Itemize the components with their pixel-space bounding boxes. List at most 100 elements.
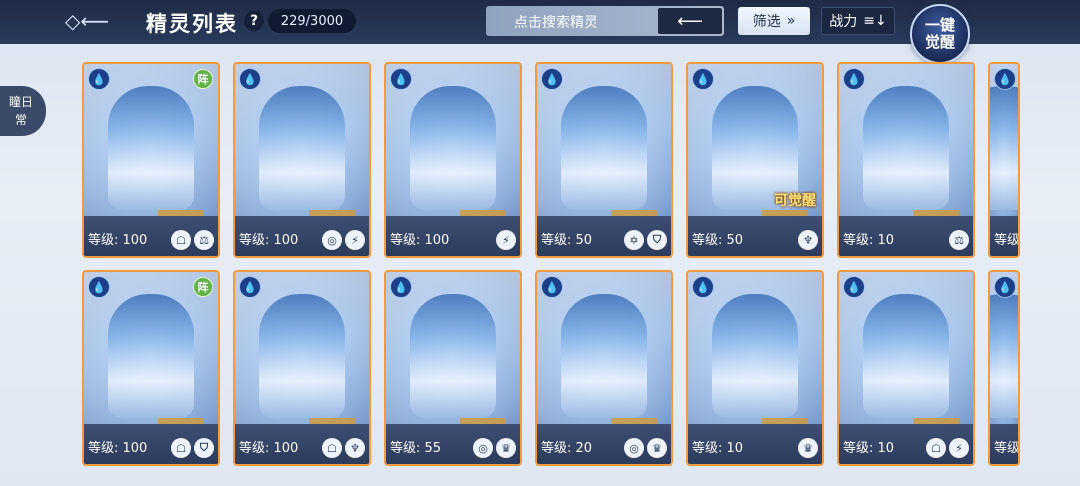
spirit-card[interactable]: 💧 等级 — [988, 270, 1020, 466]
filter-button[interactable]: 筛选 » — [738, 7, 810, 35]
skill-type-icon: ⚖ — [949, 230, 969, 250]
spirit-card[interactable]: 💧 等级: 100 ☖ ♆ — [233, 270, 371, 466]
card-info-bar: 等级: 55 ◎ ♛ — [386, 424, 520, 464]
spirit-figure — [259, 86, 345, 210]
skill-icons: ✡ ⛉ — [624, 230, 667, 250]
spirit-figure — [712, 294, 798, 418]
side-tab-line2: 常 — [14, 113, 27, 127]
side-tab[interactable]: 瞳日 常 — [0, 86, 46, 136]
spirit-figure — [561, 86, 647, 210]
spirit-level: 等级 — [994, 233, 1020, 248]
skill-type-icon: ♛ — [798, 438, 818, 458]
spirit-level: 等级: 100 — [239, 441, 299, 456]
card-info-bar: 等级: 10 ☖ ⚡ — [839, 424, 973, 464]
spirit-figure — [863, 86, 949, 210]
skill-icons: ☖ ⚖ — [171, 230, 214, 250]
spirit-figure — [410, 86, 496, 210]
search-bar[interactable]: 点击搜索精灵 ⟵ — [486, 6, 724, 36]
spirit-card[interactable]: 💧 等级: 10 ♛ — [686, 270, 824, 466]
team-badge: 阵 — [193, 277, 213, 297]
skill-type-icon: ⚖ — [194, 230, 214, 250]
skill-icons: ⚖ — [949, 230, 969, 250]
spirit-card[interactable]: 💧 等级: 50 ✡ ⛉ — [535, 62, 673, 258]
spirit-count: 229/3000 — [268, 9, 356, 33]
skill-icons: ☖ ♆ — [322, 438, 365, 458]
spirit-card[interactable]: 💧 等级: 10 ☖ ⚡ — [837, 270, 975, 466]
water-element-icon: 💧 — [390, 68, 412, 90]
spirit-card[interactable]: 💧 可觉醒 等级: 50 ♆ — [686, 62, 824, 258]
water-element-icon: 💧 — [88, 276, 110, 298]
spirit-figure — [990, 86, 1018, 210]
skill-type-icon: ☖ — [171, 438, 191, 458]
water-element-icon: 💧 — [88, 68, 110, 90]
skill-icons: ☖ ⛉ — [171, 438, 214, 458]
skill-type-icon: ☖ — [926, 438, 946, 458]
spirit-level: 等级: 100 — [88, 233, 148, 248]
awaken-label-line2: 觉醒 — [924, 33, 955, 51]
spirit-level: 等级: 100 — [88, 441, 148, 456]
spirit-figure — [990, 294, 1018, 418]
skill-type-icon: ♛ — [496, 438, 516, 458]
skill-icons: ⚡ — [496, 230, 516, 250]
skill-type-icon: ☖ — [171, 230, 191, 250]
back-button[interactable]: ◇⟵ — [62, 6, 112, 36]
sort-label: 战力 — [829, 14, 858, 30]
skill-icons: ◎ ⚡ — [322, 230, 365, 250]
spirit-card[interactable]: 💧 等级: 10 ⚖ — [837, 62, 975, 258]
water-element-icon: 💧 — [994, 276, 1016, 298]
diamond-arrow-back-icon: ◇⟵ — [64, 9, 110, 33]
spirit-figure — [108, 294, 194, 418]
search-input[interactable]: 点击搜索精灵 — [514, 12, 598, 32]
spirit-level: 等级: 10 — [692, 441, 744, 456]
spirit-figure — [410, 294, 496, 418]
water-element-icon: 💧 — [239, 276, 261, 298]
water-element-icon: 💧 — [843, 276, 865, 298]
spirit-level: 等级: 100 — [239, 233, 299, 248]
card-info-bar: 等级: 100 ⚡ — [386, 216, 520, 256]
skill-type-icon: ✡ — [624, 230, 644, 250]
spirit-level: 等级 — [994, 441, 1020, 456]
skill-type-icon: ♆ — [798, 230, 818, 250]
spirit-level: 等级: 20 — [541, 441, 593, 456]
spirit-level: 等级: 100 — [390, 233, 450, 248]
skill-icons: ♆ — [798, 230, 818, 250]
spirit-card[interactable]: 💧 等级: 20 ◎ ♛ — [535, 270, 673, 466]
skill-icons: ♛ — [798, 438, 818, 458]
sort-button[interactable]: 战力 ≡↓ — [821, 7, 895, 35]
double-chevron-down-icon: » — [786, 13, 796, 29]
team-badge: 阵 — [193, 69, 213, 89]
water-element-icon: 💧 — [692, 68, 714, 90]
card-info-bar: 等级: 10 ⚖ — [839, 216, 973, 256]
skill-type-icon: ⚡ — [345, 230, 365, 250]
skill-type-icon: ◎ — [473, 438, 493, 458]
spirit-level: 等级: 10 — [843, 233, 895, 248]
spirit-level: 等级: 10 — [843, 441, 895, 456]
skill-type-icon: ♆ — [345, 438, 365, 458]
water-element-icon: 💧 — [541, 68, 563, 90]
spirit-card[interactable]: 💧 等级: 100 ◎ ⚡ — [233, 62, 371, 258]
spirit-card[interactable]: 💧 等级 — [988, 62, 1020, 258]
water-element-icon: 💧 — [239, 68, 261, 90]
card-info-bar: 等级 — [990, 216, 1018, 256]
water-element-icon: 💧 — [843, 68, 865, 90]
card-info-bar: 等级: 20 ◎ ♛ — [537, 424, 671, 464]
spirit-card[interactable]: 💧 阵等级: 100 ☖ ⚖ — [82, 62, 220, 258]
spirit-card[interactable]: 💧 等级: 100 ⚡ — [384, 62, 522, 258]
skill-type-icon: ⛉ — [647, 230, 667, 250]
one-click-awaken-button[interactable]: 一键 觉醒 — [910, 4, 970, 64]
spirit-card[interactable]: 💧 等级: 55 ◎ ♛ — [384, 270, 522, 466]
filter-label: 筛选 — [752, 14, 781, 30]
spirit-figure — [863, 294, 949, 418]
skill-type-icon: ◎ — [624, 438, 644, 458]
search-button[interactable]: ⟵ — [658, 8, 722, 34]
water-element-icon: 💧 — [692, 276, 714, 298]
card-info-bar: 等级 — [990, 424, 1018, 464]
skill-type-icon: ⚡ — [496, 230, 516, 250]
card-info-bar: 等级: 100 ☖ ♆ — [235, 424, 369, 464]
skill-icons: ☖ ⚡ — [926, 438, 969, 458]
card-info-bar: 等级: 100 ☖ ⛉ — [84, 424, 218, 464]
help-button[interactable]: ? — [244, 11, 264, 31]
card-info-bar: 等级: 100 ☖ ⚖ — [84, 216, 218, 256]
skill-type-icon: ♛ — [647, 438, 667, 458]
spirit-card[interactable]: 💧 阵等级: 100 ☖ ⛉ — [82, 270, 220, 466]
